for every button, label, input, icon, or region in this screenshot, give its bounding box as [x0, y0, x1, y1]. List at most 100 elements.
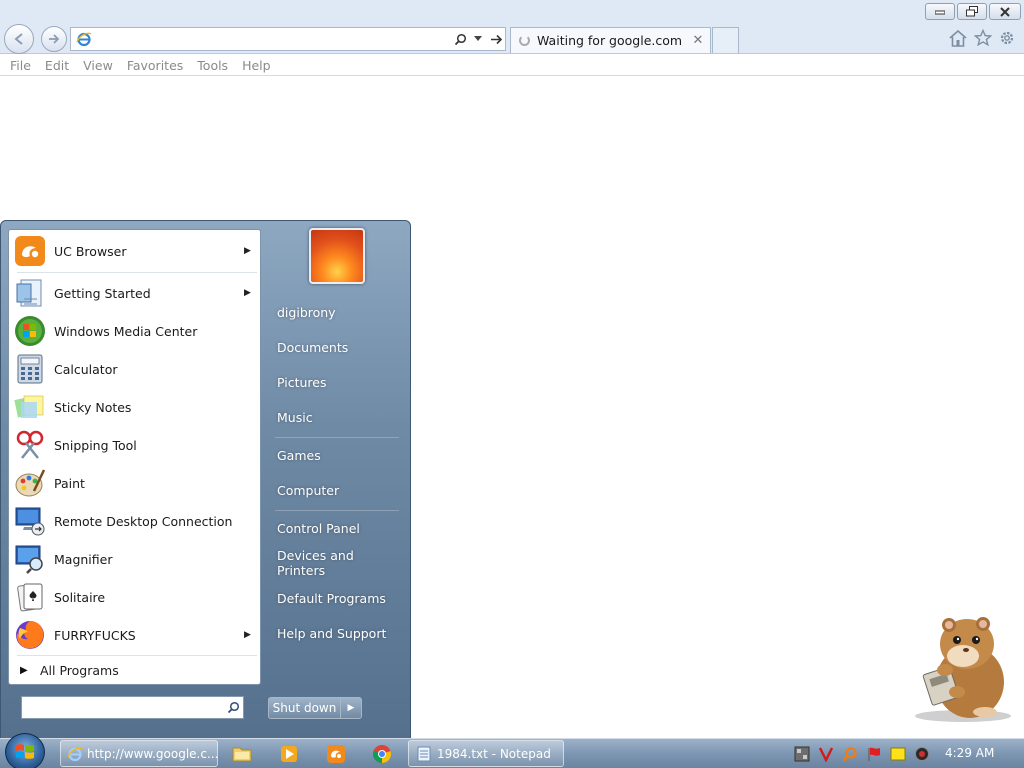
menu-help[interactable]: Help	[235, 58, 278, 73]
program-furryfucks[interactable]: FURRYFUCKS ▶	[11, 616, 258, 654]
menu-tools[interactable]: Tools	[190, 58, 235, 73]
place-games[interactable]: Games	[268, 440, 403, 470]
minimize-button[interactable]	[925, 3, 955, 20]
close-icon	[1000, 6, 1010, 17]
divider	[275, 510, 399, 511]
pinned-uc-browser[interactable]	[325, 743, 347, 765]
place-documents[interactable]: Documents	[268, 332, 403, 362]
close-tab-icon[interactable]: ✕	[690, 33, 706, 48]
place-computer[interactable]: Computer	[268, 475, 403, 505]
uc-browser-icon	[13, 234, 47, 268]
program-uc-browser[interactable]: UC Browser ▶	[11, 232, 258, 270]
desktop: Waiting for google.com ✕ File Edit View …	[0, 0, 1024, 768]
tab-title: Waiting for google.com	[537, 33, 683, 48]
program-solitaire[interactable]: Solitaire	[11, 578, 258, 616]
program-label: UC Browser	[54, 243, 127, 259]
loading-spinner-icon	[519, 35, 530, 46]
paint-icon	[13, 466, 47, 500]
program-paint[interactable]: Paint	[11, 464, 258, 502]
program-windows-media-center[interactable]: Windows Media Center	[11, 312, 258, 350]
search-icon[interactable]	[451, 29, 469, 49]
menu-file[interactable]: File	[3, 58, 38, 73]
program-magnifier[interactable]: Magnifier	[11, 540, 258, 578]
favorites-star-icon[interactable]	[973, 28, 993, 48]
all-programs-label: All Programs	[40, 662, 119, 678]
start-search-box[interactable]	[21, 696, 244, 719]
shutdown-group: Shut down ▶	[268, 697, 362, 719]
clock[interactable]: 4:29 AM	[945, 746, 994, 760]
all-programs-button[interactable]: ▶ All Programs	[11, 658, 258, 682]
notes-tray-icon[interactable]	[890, 746, 906, 762]
program-remote-desktop-connection[interactable]: Remote Desktop Connection	[11, 502, 258, 540]
place-music[interactable]: Music	[268, 402, 403, 432]
place-user-folder[interactable]: digibrony	[268, 297, 403, 327]
firefox-icon	[13, 618, 47, 652]
place-default-programs[interactable]: Default Programs	[268, 583, 403, 613]
place-devices-and-printers[interactable]: Devices and Printers	[268, 548, 403, 578]
address-input[interactable]	[95, 29, 451, 49]
action-center-flag-icon[interactable]	[866, 746, 882, 762]
shutdown-button[interactable]: Shut down	[268, 697, 340, 719]
calculator-icon	[13, 352, 47, 386]
restore-button[interactable]	[957, 3, 987, 20]
place-control-panel[interactable]: Control Panel	[268, 513, 403, 543]
taskbar-notepad-window[interactable]: 1984.txt - Notepad	[408, 740, 564, 767]
v-app-icon[interactable]	[818, 746, 834, 762]
menu-favorites[interactable]: Favorites	[120, 58, 190, 73]
windows-media-center-icon	[13, 314, 47, 348]
webcam-icon[interactable]	[914, 746, 930, 762]
chrome-icon	[372, 745, 392, 763]
start-button[interactable]	[5, 733, 45, 768]
menu-bar: File Edit View Favorites Tools Help	[0, 55, 1024, 76]
start-search-input[interactable]	[22, 698, 223, 717]
menu-edit[interactable]: Edit	[38, 58, 76, 73]
forward-button[interactable]	[41, 26, 67, 52]
minimize-icon	[935, 10, 945, 14]
place-pictures[interactable]: Pictures	[268, 367, 403, 397]
start-menu: UC Browser ▶ Getting Started ▶ Windows M…	[0, 220, 411, 740]
go-arrow-icon[interactable]	[487, 29, 505, 49]
gear-icon[interactable]	[997, 28, 1017, 48]
uc-browser-icon	[327, 745, 345, 763]
network-icon[interactable]	[794, 746, 810, 762]
getting-started-icon	[13, 276, 47, 310]
program-getting-started[interactable]: Getting Started ▶	[11, 274, 258, 312]
home-icon[interactable]	[948, 28, 968, 48]
pinned-chrome[interactable]	[371, 743, 393, 765]
windows-logo-icon	[16, 744, 34, 759]
place-help-and-support[interactable]: Help and Support	[268, 618, 403, 648]
program-label: Solitaire	[54, 589, 106, 605]
program-label: Sticky Notes	[54, 399, 132, 415]
program-calculator[interactable]: Calculator	[11, 350, 258, 388]
ie-icon	[67, 745, 83, 763]
close-window-button[interactable]	[989, 3, 1021, 20]
hamster-gadget[interactable]	[905, 612, 1015, 724]
back-button[interactable]	[4, 24, 34, 54]
forward-arrow-icon	[49, 34, 60, 44]
search-icon[interactable]	[223, 701, 243, 714]
folder-icon	[232, 747, 252, 762]
divider	[17, 272, 257, 273]
all-programs-arrow-icon: ▶	[20, 664, 28, 676]
user-avatar[interactable]	[309, 228, 365, 284]
program-label: Remote Desktop Connection	[54, 513, 233, 529]
pinned-explorer[interactable]	[231, 743, 253, 765]
ie-page-icon	[73, 28, 95, 50]
programs-pane: UC Browser ▶ Getting Started ▶ Windows M…	[8, 229, 261, 685]
program-snipping-tool[interactable]: Snipping Tool	[11, 426, 258, 464]
search-tool-icon[interactable]	[842, 746, 858, 762]
dropdown-arrow-icon[interactable]	[469, 29, 487, 49]
tab-google[interactable]: Waiting for google.com ✕	[510, 27, 711, 53]
menu-view[interactable]: View	[76, 58, 120, 73]
taskbar-notepad-label: 1984.txt - Notepad	[437, 746, 551, 761]
taskbar-ie-window[interactable]: http://www.google.c...	[60, 740, 218, 767]
pinned-media-player[interactable]	[278, 743, 300, 765]
browser-frame: Waiting for google.com ✕	[0, 0, 1024, 54]
program-label: Getting Started	[54, 285, 151, 301]
submenu-arrow-icon: ▶	[244, 288, 251, 298]
address-bar[interactable]	[70, 27, 506, 51]
program-sticky-notes[interactable]: Sticky Notes	[11, 388, 258, 426]
divider	[275, 437, 399, 438]
new-tab-button[interactable]	[712, 27, 739, 53]
shutdown-options-arrow-icon[interactable]: ▶	[340, 697, 362, 719]
